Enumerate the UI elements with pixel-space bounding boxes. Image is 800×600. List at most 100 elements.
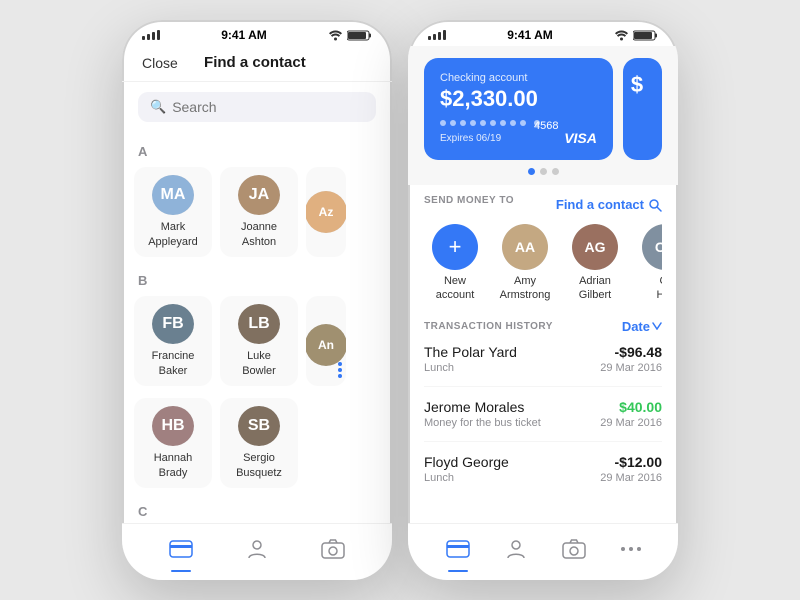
contacts-scroll: A MA MarkAppleyard JA JoanneAshton Az <box>122 132 392 523</box>
top-bar-left: Close Find a contact <box>122 46 392 82</box>
tx-polar-yard-row: The Polar Yard -$96.48 <box>424 344 662 360</box>
tx-jerome-morales[interactable]: Jerome Morales $40.00 Money for the bus … <box>424 399 662 442</box>
tx-polar-yard-name: The Polar Yard <box>424 344 517 360</box>
section-a-label: A <box>122 136 392 163</box>
card-amount: $2,330.00 <box>440 86 597 112</box>
battery-icon <box>347 30 372 41</box>
contact-name-mark: MarkAppleyard <box>148 220 198 249</box>
time-left: 9:41 AM <box>221 28 267 42</box>
nav-person-right[interactable] <box>495 534 537 564</box>
contact-name-luke: LukeBowler <box>242 349 276 378</box>
page-title-left: Find a contact <box>204 54 306 71</box>
card-indicators <box>424 168 662 175</box>
avatar-adrian: AG <box>572 224 618 270</box>
contact-mark-appleyard[interactable]: MA MarkAppleyard <box>134 167 212 257</box>
contact-hannah-brady[interactable]: HB HannahBrady <box>134 398 212 488</box>
avatar-hannah: HB <box>152 406 194 446</box>
contact-luke-bowler[interactable]: LB LukeBowler <box>220 296 298 386</box>
contact-name-sergio: SergioBusquetz <box>236 451 282 480</box>
card-peek[interactable]: $ <box>623 58 662 160</box>
tx-jerome-amount: $40.00 <box>619 399 662 415</box>
avatar-ante: An <box>306 324 346 366</box>
tx-jerome-sub: Money for the bus ticket 29 Mar 2016 <box>424 417 662 429</box>
nav-card-right[interactable] <box>436 536 480 562</box>
tx-header: TRANSACTION HISTORY Date <box>424 319 662 334</box>
indicator-2 <box>540 168 547 175</box>
battery-icon-right <box>633 30 658 41</box>
person-nav-icon-right <box>505 538 527 560</box>
section-b2-grid: HB HannahBrady SB SergioBusquetz <box>122 394 392 496</box>
tx-jerome-desc: Money for the bus ticket <box>424 417 541 429</box>
nav-person-left[interactable] <box>236 534 278 564</box>
indicator-1 <box>528 168 535 175</box>
right-phone: 9:41 AM Checking account $2,330. <box>408 20 678 580</box>
card-dots: 4568 <box>440 120 597 126</box>
nav-more-right[interactable] <box>611 542 651 556</box>
nav-camera-left[interactable] <box>311 535 355 563</box>
recipient-adrian[interactable]: AG AdrianGilbert <box>564 224 626 303</box>
card-nav-icon-right <box>446 540 470 558</box>
avatar-sergio: SB <box>238 406 280 446</box>
status-icons-right <box>614 30 658 41</box>
person-nav-icon-left <box>246 538 268 560</box>
tx-jerome-date: 29 Mar 2016 <box>600 417 662 429</box>
contact-sergio-busquetz[interactable]: SB SergioBusquetz <box>220 398 298 488</box>
avatar-mark: MA <box>152 175 194 215</box>
close-button[interactable]: Close <box>142 55 178 71</box>
section-b-label: B <box>122 265 392 292</box>
recipient-ch[interactable]: CH C.H... <box>634 224 662 303</box>
tx-filter-label: Date <box>622 319 650 334</box>
card-visa: VISA <box>564 130 597 146</box>
recipients-row: + Newaccount AA AmyArmstrong AG Adria <box>424 224 662 307</box>
wifi-icon-right <box>614 30 629 41</box>
card-label: Checking account <box>440 72 597 84</box>
contact-name-joanne: JoanneAshton <box>241 220 277 249</box>
contact-francine-baker[interactable]: FB FrancineBaker <box>134 296 212 386</box>
avatar-ch: CH <box>642 224 662 270</box>
status-bar-left: 9:41 AM <box>122 20 392 46</box>
tx-polar-yard-desc: Lunch <box>424 362 454 374</box>
tx-floyd-desc: Lunch <box>424 472 454 484</box>
send-money-section: SEND MONEY TO Find a contact + Newaccoun… <box>408 185 678 307</box>
tx-label: TRANSACTION HISTORY <box>424 321 553 332</box>
recipient-name-new: Newaccount <box>436 274 475 303</box>
card-expires: Expires 06/19 <box>440 133 501 144</box>
find-contact-label: Find a contact <box>556 197 644 212</box>
section-a-grid: MA MarkAppleyard JA JoanneAshton Az <box>122 163 392 265</box>
search-input[interactable] <box>172 99 364 115</box>
tx-polar-yard[interactable]: The Polar Yard -$96.48 Lunch 29 Mar 2016 <box>424 344 662 387</box>
send-header: SEND MONEY TO Find a contact <box>424 195 662 214</box>
nav-camera-right[interactable] <box>552 535 596 563</box>
card-nav-icon-left <box>169 540 193 558</box>
tx-polar-yard-date: 29 Mar 2016 <box>600 362 662 374</box>
bank-card-main[interactable]: Checking account $2,330.00 4568 Expires … <box>424 58 613 160</box>
avatar-francine: FB <box>152 304 194 344</box>
tx-jerome-row: Jerome Morales $40.00 <box>424 399 662 415</box>
find-contact-button[interactable]: Find a contact <box>556 197 662 212</box>
tx-jerome-name: Jerome Morales <box>424 399 524 415</box>
tx-polar-yard-amount: -$96.48 <box>615 344 662 360</box>
tx-floyd-george[interactable]: Floyd George -$12.00 Lunch 29 Mar 2016 <box>424 454 662 496</box>
camera-nav-icon-right <box>562 539 586 559</box>
tx-filter-button[interactable]: Date <box>622 319 662 334</box>
search-icon: 🔍 <box>150 99 166 115</box>
contact-partial-aztec[interactable]: Az <box>306 167 346 257</box>
section-c-label: C <box>122 496 392 523</box>
nav-card-left[interactable] <box>159 536 203 562</box>
search-bar[interactable]: 🔍 <box>138 92 376 122</box>
signal-icon-right <box>428 30 446 40</box>
contact-name-francine: FrancineBaker <box>152 349 195 378</box>
card-last4: 4568 <box>534 120 540 126</box>
contact-joanne-ashton[interactable]: JA JoanneAshton <box>220 167 298 257</box>
transactions-section: TRANSACTION HISTORY Date The Polar Yard … <box>408 307 678 523</box>
recipient-amy[interactable]: AA AmyArmstrong <box>494 224 556 303</box>
recipient-name-amy: AmyArmstrong <box>500 274 551 303</box>
send-money-label: SEND MONEY TO <box>424 195 514 206</box>
recipient-new[interactable]: + Newaccount <box>424 224 486 303</box>
avatar-amy: AA <box>502 224 548 270</box>
card-area: Checking account $2,330.00 4568 Expires … <box>408 46 678 185</box>
recipient-name-adrian: AdrianGilbert <box>579 274 611 303</box>
left-phone: 9:41 AM Close Find a contact <box>122 20 392 580</box>
signal-icon <box>142 30 160 40</box>
contact-partial-ante[interactable]: An <box>306 296 346 386</box>
